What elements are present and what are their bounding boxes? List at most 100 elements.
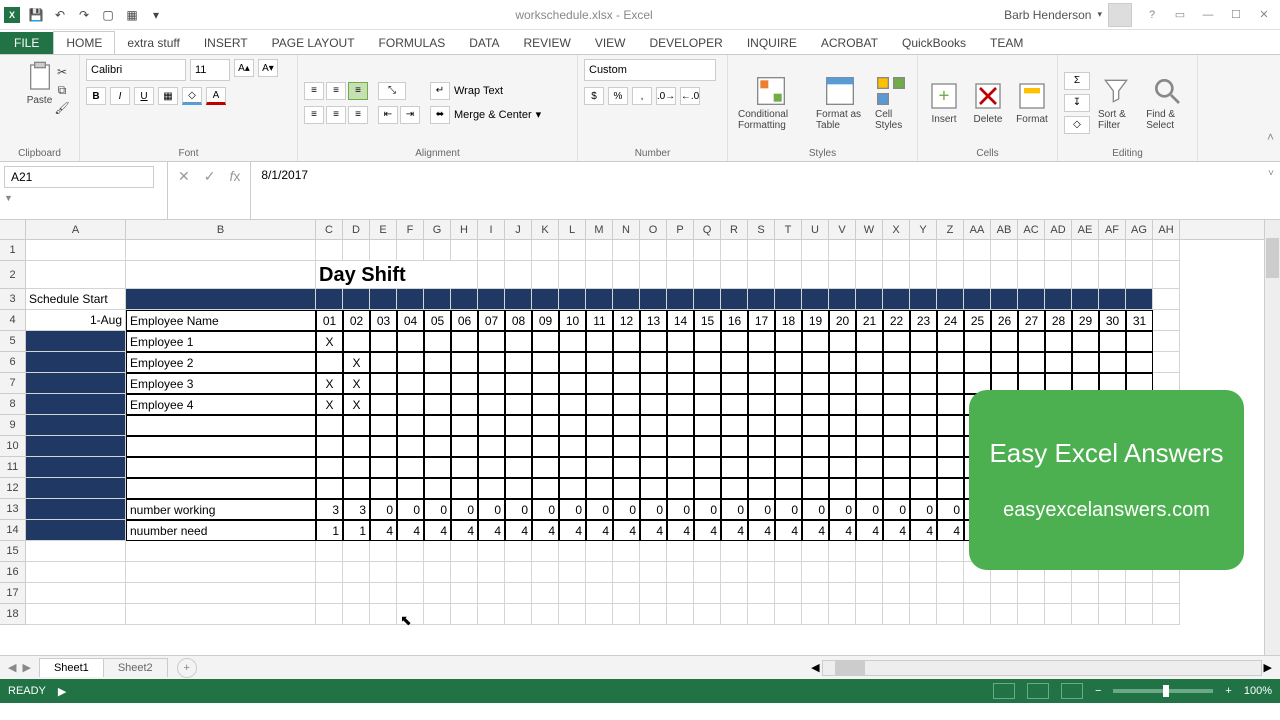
- cell[interactable]: [910, 541, 937, 562]
- cell[interactable]: 26: [991, 310, 1018, 331]
- cell[interactable]: [1018, 289, 1045, 310]
- cell[interactable]: [667, 541, 694, 562]
- cell[interactable]: [451, 331, 478, 352]
- row-header[interactable]: 13: [0, 499, 26, 520]
- cell[interactable]: [532, 415, 559, 436]
- number-format-select[interactable]: [584, 59, 716, 81]
- cell[interactable]: [1018, 583, 1045, 604]
- cell[interactable]: [667, 436, 694, 457]
- cell[interactable]: [802, 394, 829, 415]
- cell[interactable]: [910, 373, 937, 394]
- cell[interactable]: [883, 604, 910, 625]
- cell[interactable]: [505, 604, 532, 625]
- cell[interactable]: [26, 415, 126, 436]
- cell[interactable]: [586, 604, 613, 625]
- cell[interactable]: [694, 457, 721, 478]
- cell[interactable]: [775, 352, 802, 373]
- cell[interactable]: X: [316, 373, 343, 394]
- cell[interactable]: [613, 457, 640, 478]
- cell[interactable]: [667, 394, 694, 415]
- cell[interactable]: [910, 562, 937, 583]
- cell[interactable]: [667, 415, 694, 436]
- cell[interactable]: [991, 583, 1018, 604]
- tab-inquire[interactable]: INQUIRE: [735, 32, 809, 54]
- cell[interactable]: [451, 604, 478, 625]
- cell[interactable]: 4: [667, 520, 694, 541]
- cell[interactable]: [316, 541, 343, 562]
- cell[interactable]: X: [316, 394, 343, 415]
- cell[interactable]: [424, 604, 451, 625]
- cell[interactable]: [964, 583, 991, 604]
- cell[interactable]: [1099, 331, 1126, 352]
- cell[interactable]: [343, 583, 370, 604]
- cell[interactable]: [559, 457, 586, 478]
- accept-formula-icon[interactable]: ✓: [204, 168, 216, 185]
- cell[interactable]: [343, 604, 370, 625]
- autosum-icon[interactable]: Σ: [1064, 72, 1090, 90]
- cell[interactable]: 4: [829, 520, 856, 541]
- cell[interactable]: 19: [802, 310, 829, 331]
- cell[interactable]: 24: [937, 310, 964, 331]
- cell[interactable]: [883, 289, 910, 310]
- cell[interactable]: 01: [316, 310, 343, 331]
- cell[interactable]: 4: [370, 520, 397, 541]
- cell[interactable]: [910, 331, 937, 352]
- cell[interactable]: [1153, 310, 1180, 331]
- cell[interactable]: [478, 457, 505, 478]
- cell[interactable]: [559, 436, 586, 457]
- cell[interactable]: [937, 289, 964, 310]
- tab-data[interactable]: DATA: [457, 32, 511, 54]
- cell[interactable]: [937, 478, 964, 499]
- cell[interactable]: [559, 261, 586, 289]
- cell[interactable]: [640, 394, 667, 415]
- cell[interactable]: [829, 562, 856, 583]
- cell[interactable]: [370, 541, 397, 562]
- cell[interactable]: [667, 289, 694, 310]
- cell[interactable]: [586, 457, 613, 478]
- row-header[interactable]: 7: [0, 373, 26, 394]
- cell[interactable]: [26, 373, 126, 394]
- cell[interactable]: [478, 240, 505, 261]
- cell[interactable]: [829, 289, 856, 310]
- cell[interactable]: [559, 331, 586, 352]
- cell[interactable]: 11: [586, 310, 613, 331]
- cell[interactable]: [26, 261, 126, 289]
- cell[interactable]: [613, 373, 640, 394]
- cell[interactable]: [532, 394, 559, 415]
- column-header[interactable]: AA: [964, 220, 991, 239]
- cell[interactable]: [721, 240, 748, 261]
- increase-font-icon[interactable]: A▴: [234, 59, 254, 77]
- cell[interactable]: [451, 478, 478, 499]
- cell[interactable]: [126, 289, 316, 310]
- cell[interactable]: [667, 352, 694, 373]
- cell[interactable]: [424, 394, 451, 415]
- row-header[interactable]: 1: [0, 240, 26, 261]
- cell[interactable]: [964, 289, 991, 310]
- cell[interactable]: Employee 1: [126, 331, 316, 352]
- cell[interactable]: [424, 457, 451, 478]
- cell[interactable]: 0: [802, 499, 829, 520]
- cell[interactable]: [802, 261, 829, 289]
- cell[interactable]: [910, 457, 937, 478]
- cell[interactable]: [478, 415, 505, 436]
- row-header[interactable]: 10: [0, 436, 26, 457]
- file-tab[interactable]: FILE: [0, 32, 53, 54]
- column-header[interactable]: W: [856, 220, 883, 239]
- cell[interactable]: [478, 541, 505, 562]
- cell[interactable]: 0: [667, 499, 694, 520]
- cell[interactable]: 06: [451, 310, 478, 331]
- cell[interactable]: Schedule Start: [26, 289, 126, 310]
- copy-icon[interactable]: ⧉: [54, 83, 70, 99]
- cell[interactable]: [343, 415, 370, 436]
- cell[interactable]: [748, 562, 775, 583]
- new-icon[interactable]: ▢: [100, 7, 116, 23]
- cell[interactable]: [126, 562, 316, 583]
- cell[interactable]: [451, 373, 478, 394]
- cell[interactable]: [478, 583, 505, 604]
- cell[interactable]: [640, 583, 667, 604]
- cell[interactable]: [586, 583, 613, 604]
- cell[interactable]: [856, 562, 883, 583]
- cell[interactable]: [856, 478, 883, 499]
- column-header[interactable]: Z: [937, 220, 964, 239]
- cell[interactable]: [505, 583, 532, 604]
